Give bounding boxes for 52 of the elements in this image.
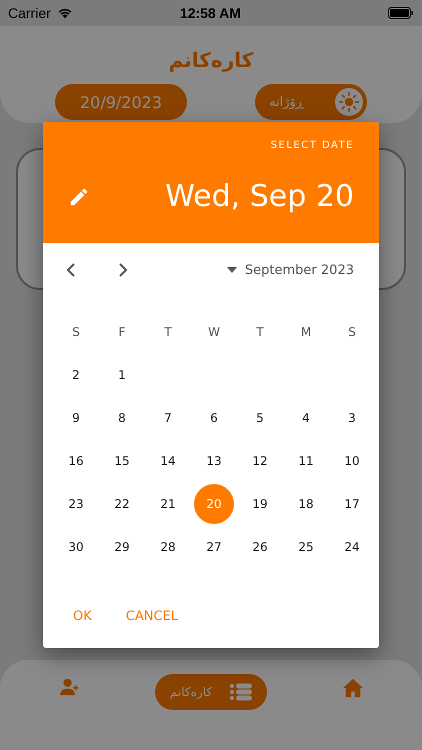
calendar-day[interactable]: 17 [332, 484, 372, 524]
weekday-label: T [163, 324, 173, 340]
weekday-label: S [71, 324, 81, 340]
calendar-day[interactable]: 13 [194, 440, 234, 480]
calendar-day[interactable]: 22 [102, 484, 142, 524]
calendar-day[interactable]: 24 [332, 526, 372, 566]
calendar-day[interactable]: 9 [56, 398, 96, 438]
sun-icon [339, 92, 359, 112]
weekday-label: W [207, 324, 221, 340]
calendar-day[interactable]: 6 [194, 398, 234, 438]
add-user-icon[interactable] [60, 678, 80, 696]
calendar-day[interactable]: 26 [240, 526, 280, 566]
calendar-day[interactable]: 8 [102, 398, 142, 438]
weekday-label: T [255, 324, 265, 340]
status-time: 12:58 AM [178, 5, 242, 21]
dropdown-arrow-icon [226, 267, 237, 273]
calendar-day[interactable]: 7 [148, 398, 188, 438]
calendar-day[interactable]: 12 [240, 440, 280, 480]
calendar-day[interactable]: 2 [56, 354, 96, 394]
next-month-icon[interactable] [117, 262, 129, 278]
calendar-day[interactable]: 14 [148, 440, 188, 480]
calendar-day[interactable]: 15 [102, 440, 142, 480]
app-title: کارەکانم [168, 48, 254, 72]
calendar-day[interactable]: 27 [194, 526, 234, 566]
calendar-day[interactable]: 16 [56, 440, 96, 480]
calendar-day[interactable]: 4 [286, 398, 326, 438]
month-year-selector[interactable]: September 2023 [226, 262, 354, 278]
carrier-label: Carrier [8, 5, 51, 21]
calendar-day[interactable]: 29 [102, 526, 142, 566]
list-icon [230, 683, 252, 701]
calendar-day[interactable]: 25 [286, 526, 326, 566]
edit-pencil-icon[interactable] [68, 186, 90, 208]
home-icon[interactable] [342, 678, 364, 698]
calendar-day[interactable]: 3 [332, 398, 372, 438]
dialog-caption: SELECT DATE [270, 140, 354, 151]
calendar-day[interactable]: 10 [332, 440, 372, 480]
weekday-label: S [347, 324, 357, 340]
battery-icon [388, 7, 414, 19]
calendar-day[interactable]: 18 [286, 484, 326, 524]
calendar-day[interactable]: 23 [56, 484, 96, 524]
weekday-label: F [118, 324, 126, 340]
calendar-day[interactable]: 30 [56, 526, 96, 566]
calendar-day[interactable]: 11 [286, 440, 326, 480]
wifi-icon [56, 7, 73, 19]
calendar-day[interactable]: 1 [102, 354, 142, 394]
previous-month-icon[interactable] [65, 262, 77, 278]
calendar-day[interactable]: 5 [240, 398, 280, 438]
calendar-day[interactable]: 19 [240, 484, 280, 524]
weekday-label: M [300, 324, 312, 340]
calendar-day[interactable]: 28 [148, 526, 188, 566]
selected-date-heading: Wed, Sep 20 [165, 179, 354, 214]
calendar-day[interactable]: 21 [148, 484, 188, 524]
